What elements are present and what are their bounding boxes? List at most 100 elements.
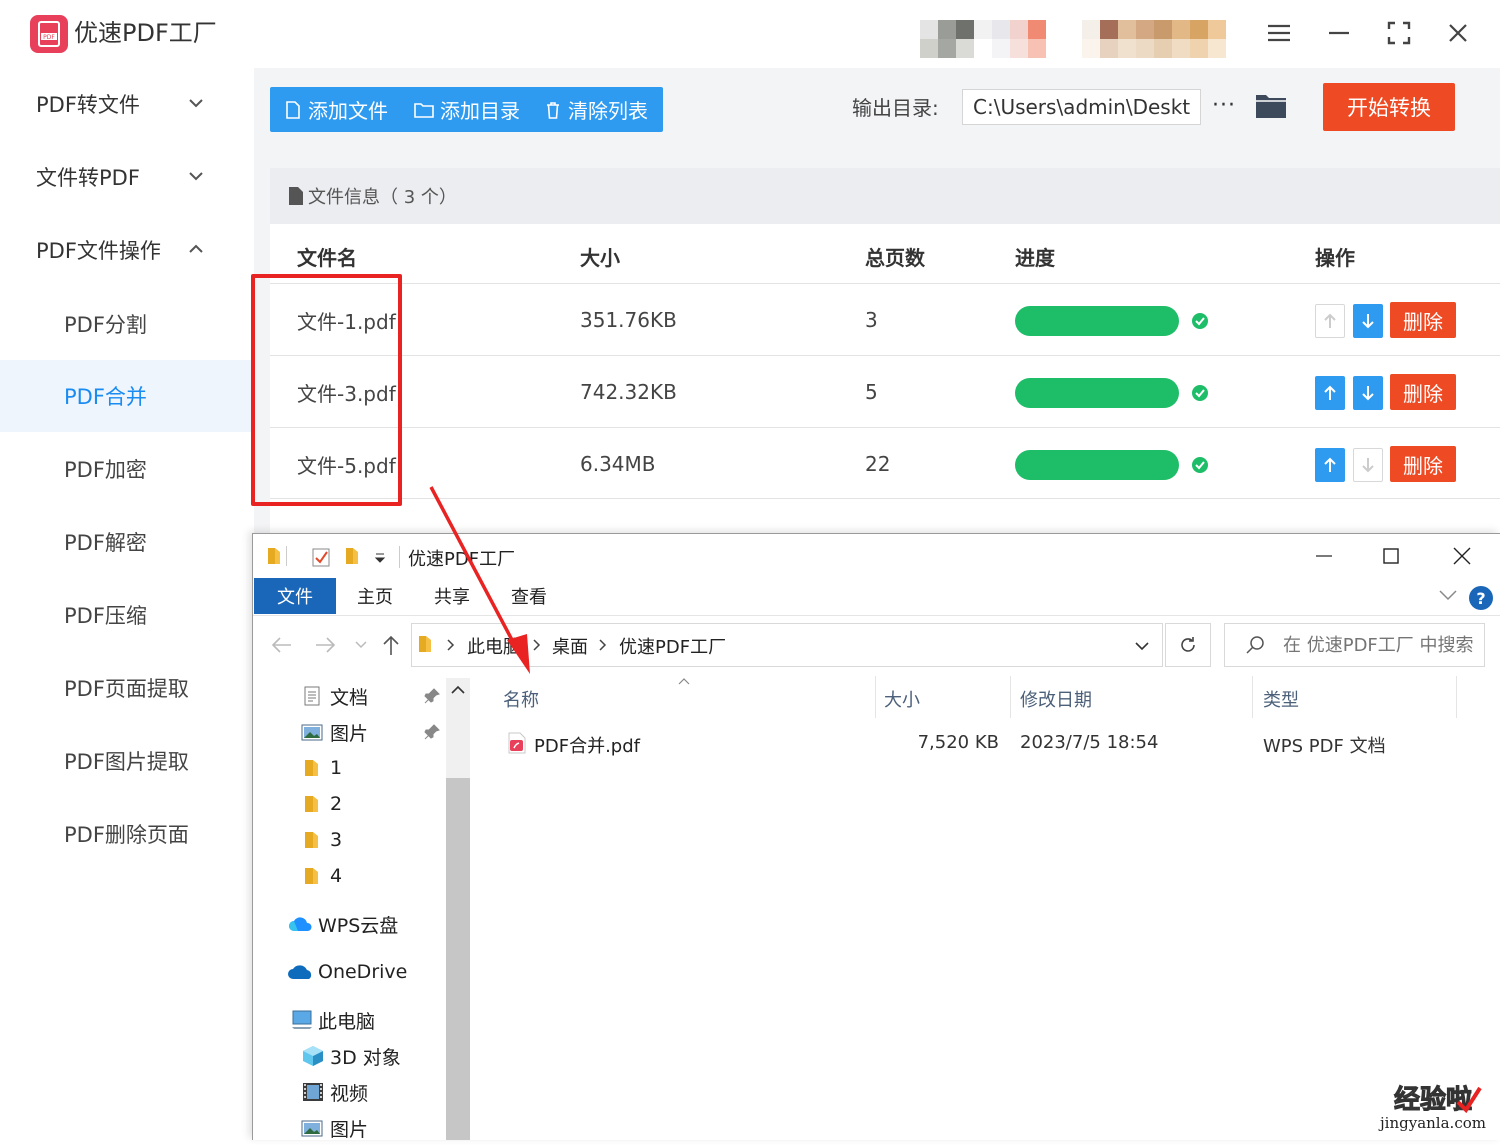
move-down-button[interactable] <box>1353 304 1383 338</box>
address-dropdown-icon[interactable] <box>1134 640 1150 652</box>
sidebar-item-pdf-split[interactable]: PDF分割 <box>0 288 254 360</box>
explorer-maximize-icon[interactable] <box>1380 545 1402 567</box>
tab-home[interactable]: 主页 <box>345 578 405 614</box>
open-folder-icon[interactable] <box>1255 92 1287 120</box>
sidebar-item-pdf-merge[interactable]: PDF合并 <box>0 360 254 432</box>
header-progress: 进度 <box>1015 246 1055 270</box>
nav-item-label: 2 <box>330 793 343 815</box>
minimize-icon[interactable] <box>1322 18 1356 48</box>
file-modified: 2023/7/5 18:54 <box>1020 732 1159 753</box>
arrow-down-icon <box>1362 458 1374 473</box>
move-down-button[interactable] <box>1353 376 1383 410</box>
pin-icon[interactable] <box>424 724 440 740</box>
add-folder-label: 添加目录 <box>440 99 520 123</box>
delete-button[interactable]: 删除 <box>1390 302 1456 338</box>
breadcrumb-current-folder[interactable]: 优速PDF工厂 <box>619 633 726 659</box>
back-icon[interactable] <box>270 635 292 655</box>
move-up-button[interactable] <box>1315 448 1345 482</box>
recent-locations-icon[interactable] <box>354 640 368 650</box>
pictures-icon <box>301 1120 323 1137</box>
file-size: 742.32KB <box>580 380 677 404</box>
delete-button[interactable]: 删除 <box>1390 446 1456 482</box>
add-folder-button[interactable]: 添加目录 <box>388 87 520 132</box>
sidebar-group-pdf-operations[interactable]: PDF文件操作 <box>0 220 254 280</box>
arrow-down-icon <box>1362 314 1374 329</box>
column-divider[interactable] <box>1010 676 1011 718</box>
sidebar-item-pdf-encrypt[interactable]: PDF加密 <box>0 433 254 505</box>
nav-item-label: 此电脑 <box>318 1010 376 1033</box>
column-divider[interactable] <box>875 676 876 718</box>
column-divider[interactable] <box>1252 676 1253 718</box>
fullscreen-icon[interactable] <box>1382 18 1416 48</box>
success-check-icon <box>1192 313 1208 329</box>
chevron-down-icon <box>189 99 203 108</box>
help-icon[interactable]: ? <box>1469 586 1493 610</box>
breadcrumb-desktop[interactable]: 桌面 <box>552 633 588 659</box>
sidebar-group-label: PDF转文件 <box>36 93 140 117</box>
expand-ribbon-icon[interactable] <box>1438 588 1458 602</box>
header-pages: 总页数 <box>865 246 925 270</box>
nav-item-documents[interactable]: 文档 <box>301 679 368 713</box>
nav-item-label: 图片 <box>330 1118 369 1141</box>
output-dir-input[interactable] <box>962 89 1201 125</box>
more-options-button[interactable]: ··· <box>1212 93 1236 118</box>
tab-file[interactable]: 文件 <box>254 578 336 614</box>
explorer-close-icon[interactable] <box>1451 545 1473 567</box>
properties-check-icon[interactable] <box>312 547 330 567</box>
nav-item-videos[interactable]: 视频 <box>301 1075 368 1109</box>
file-info-label: 文件信息（ 3 个） <box>308 187 457 208</box>
divider <box>399 546 400 568</box>
move-up-button[interactable] <box>1315 304 1345 338</box>
file-icon <box>286 100 300 119</box>
nav-scrollbar-thumb[interactable] <box>446 778 470 1140</box>
nav-item-3d-objects[interactable]: 3D 对象 <box>301 1039 401 1073</box>
nav-item-folder-4[interactable]: 4 <box>303 859 342 893</box>
start-convert-button[interactable]: 开始转换 <box>1323 83 1455 131</box>
sidebar-item-pdf-image-extract[interactable]: PDF图片提取 <box>0 725 254 797</box>
menu-icon[interactable] <box>1262 18 1296 48</box>
explorer-minimize-icon[interactable] <box>1313 545 1335 567</box>
chevron-right-icon <box>598 639 608 651</box>
column-type[interactable]: 类型 <box>1263 686 1299 712</box>
move-down-button[interactable] <box>1353 448 1383 482</box>
sidebar-item-pdf-decrypt[interactable]: PDF解密 <box>0 506 254 578</box>
column-size[interactable]: 大小 <box>884 686 920 712</box>
column-divider[interactable] <box>1456 676 1457 718</box>
close-icon[interactable] <box>1441 18 1475 48</box>
nav-item-folder-2[interactable]: 2 <box>303 787 342 821</box>
customize-toolbar-icon[interactable] <box>374 552 386 564</box>
search-icon <box>1245 635 1265 655</box>
arrow-up-icon <box>1324 385 1336 400</box>
sidebar-item-pdf-compress[interactable]: PDF压缩 <box>0 579 254 651</box>
nav-item-label: 1 <box>330 757 343 779</box>
new-folder-icon[interactable] <box>344 546 360 566</box>
sidebar-group-pdf-to-file[interactable]: PDF转文件 <box>0 74 254 134</box>
nav-item-folder-1[interactable]: 1 <box>303 751 342 785</box>
up-folder-icon[interactable] <box>381 634 401 656</box>
watermark-domain: jingyanla.com <box>1380 1114 1486 1132</box>
nav-item-folder-3[interactable]: 3 <box>303 823 342 857</box>
sidebar-item-pdf-page-extract[interactable]: PDF页面提取 <box>0 652 254 724</box>
forward-icon[interactable] <box>315 635 337 655</box>
folder-icon <box>266 546 282 566</box>
delete-button[interactable]: 删除 <box>1390 374 1456 410</box>
page-count: 5 <box>865 380 878 404</box>
sidebar-group-file-to-pdf[interactable]: 文件转PDF <box>0 147 254 207</box>
checkmark-icon <box>1456 1086 1482 1114</box>
add-file-button[interactable]: 添加文件 <box>270 87 388 132</box>
arrow-up-icon <box>1324 313 1336 328</box>
nav-item-onedrive[interactable]: OneDrive <box>288 955 407 989</box>
chevron-down-icon <box>189 172 203 181</box>
nav-item-wps-cloud[interactable]: WPS云盘 <box>288 907 398 941</box>
column-modified[interactable]: 修改日期 <box>1020 686 1092 712</box>
sort-ascending-icon <box>677 676 691 686</box>
nav-item-this-pc[interactable]: 此电脑 <box>290 1003 375 1037</box>
file-size: 351.76KB <box>580 308 677 332</box>
refresh-button[interactable] <box>1165 623 1211 667</box>
clear-list-button[interactable]: 清除列表 <box>520 87 648 132</box>
sidebar-item-pdf-delete-pages[interactable]: PDF删除页面 <box>0 798 254 870</box>
nav-item-pictures[interactable]: 图片 <box>301 715 368 749</box>
move-up-button[interactable] <box>1315 376 1345 410</box>
title-bar: PDF 优速PDF工厂 <box>0 0 1500 68</box>
nav-item-label: 3 <box>330 829 343 851</box>
